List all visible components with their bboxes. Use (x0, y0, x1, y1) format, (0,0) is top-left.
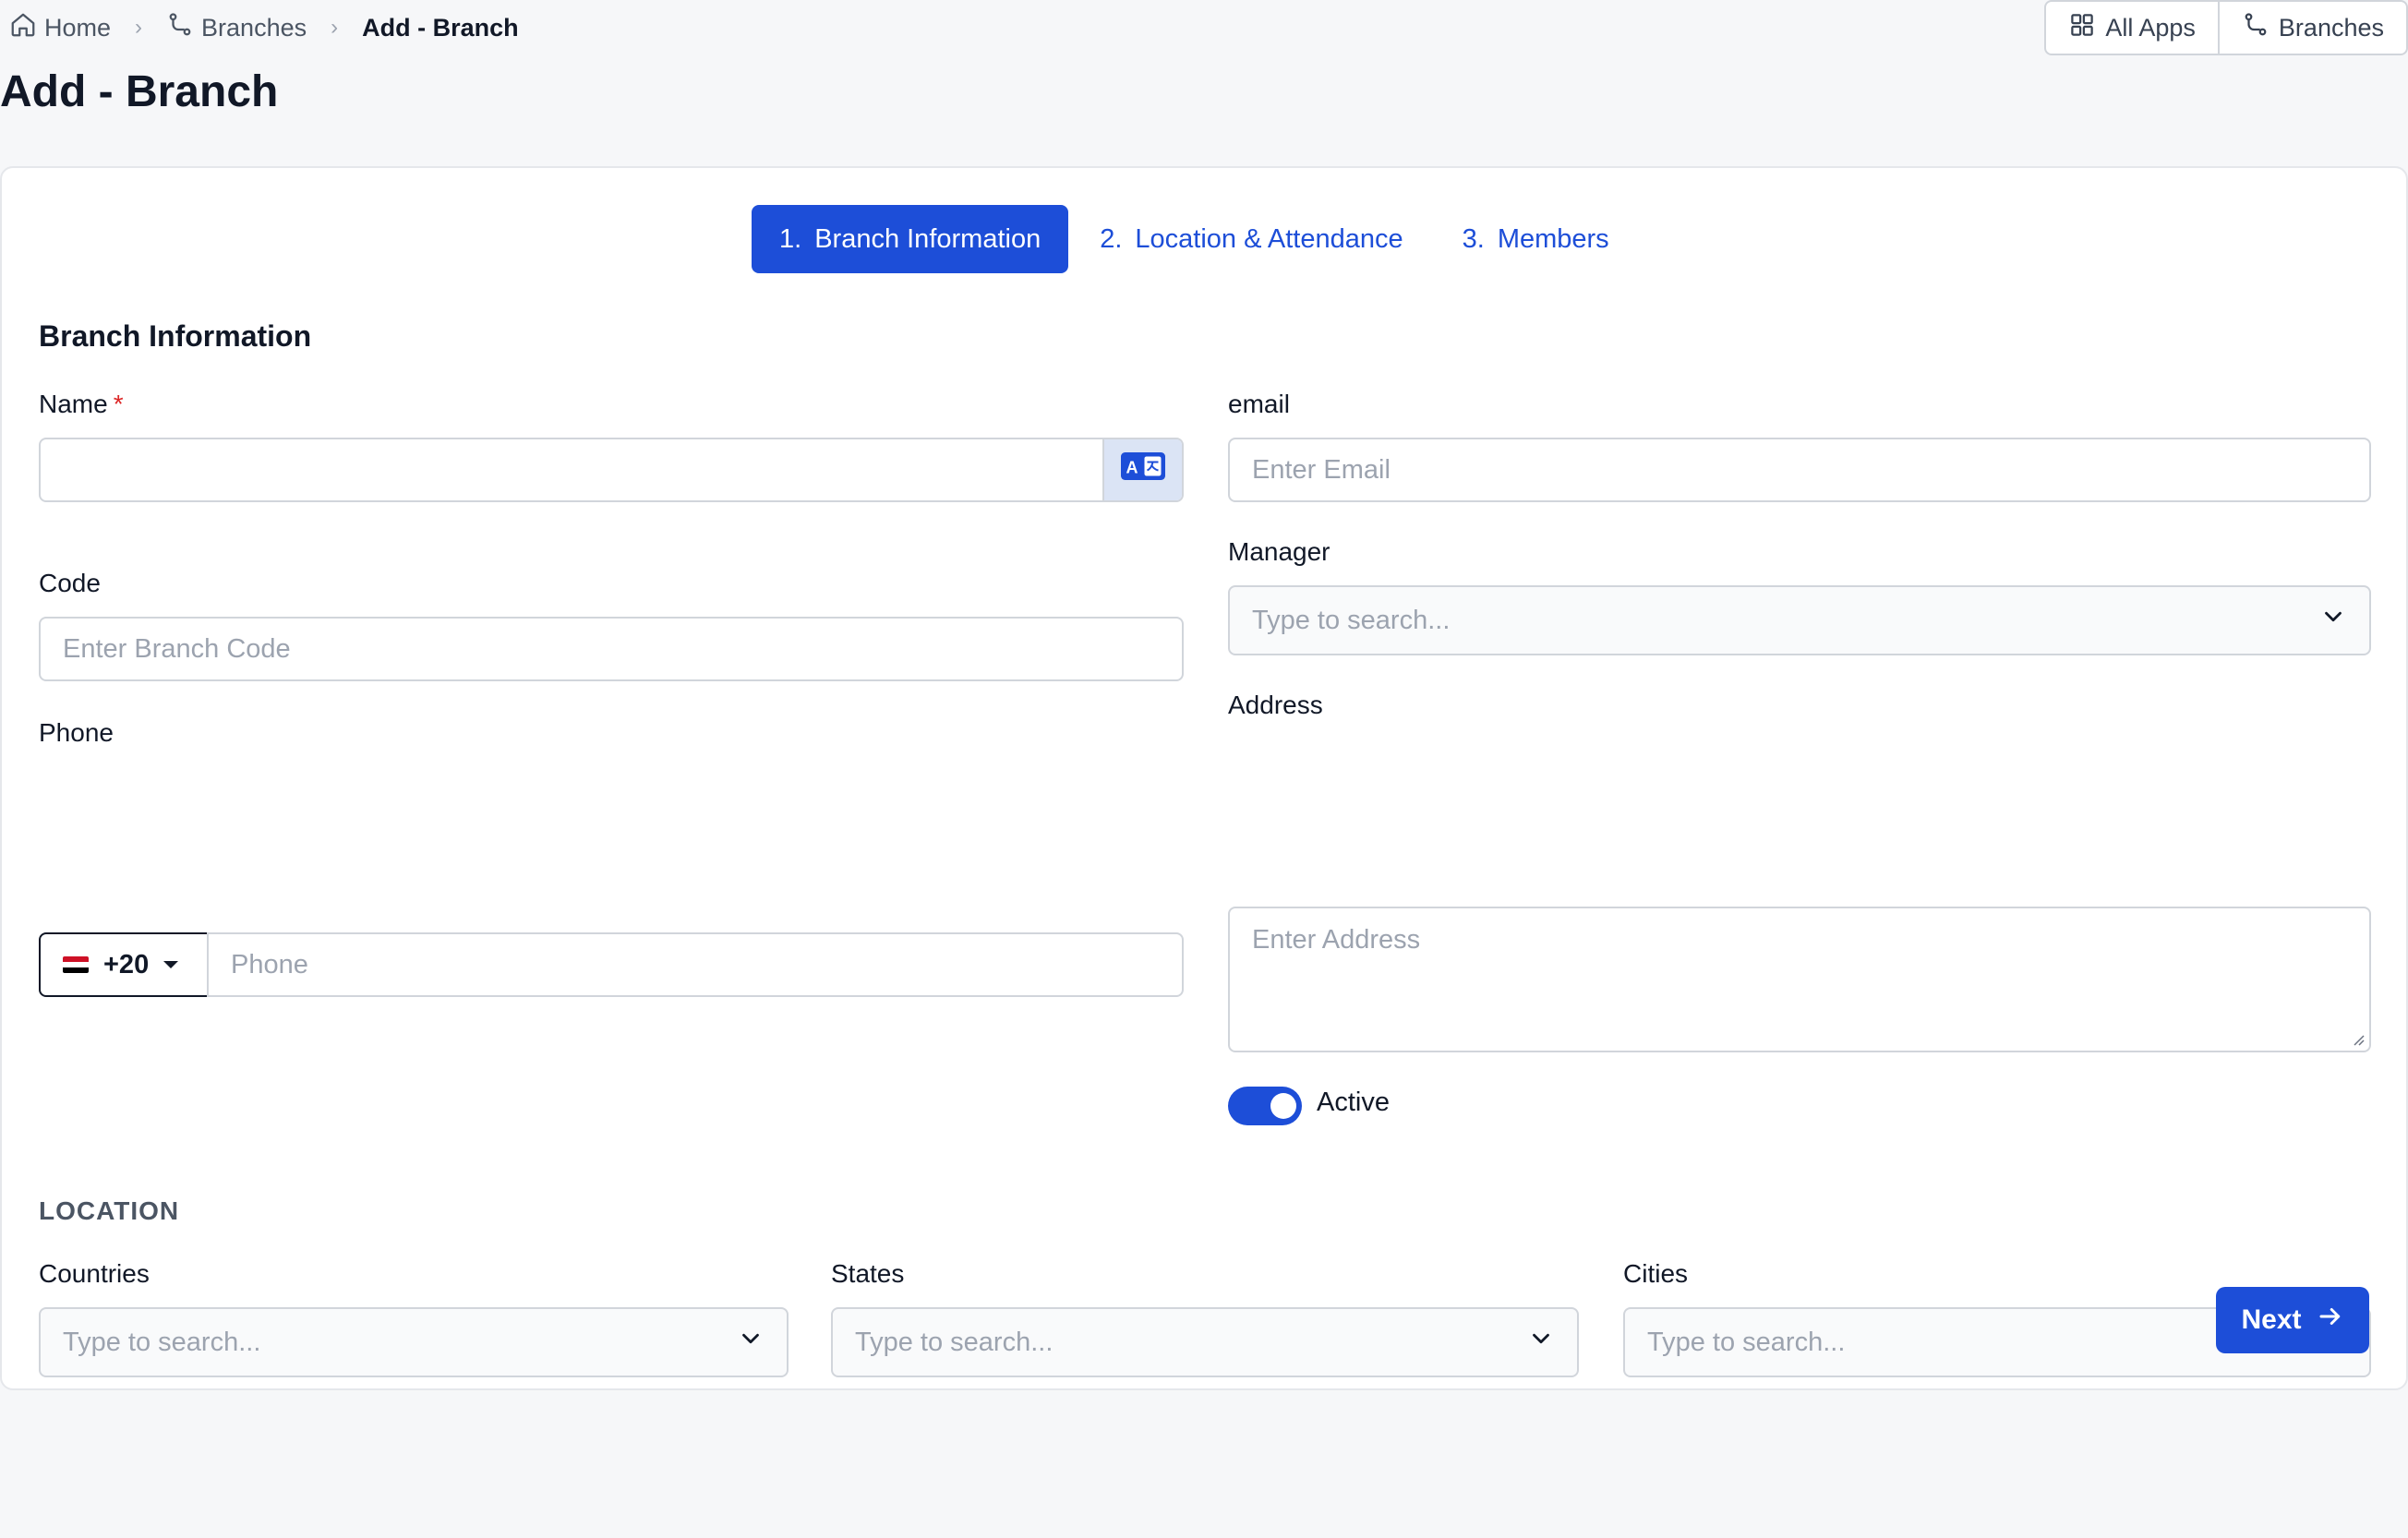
breadcrumb-separator: › (135, 15, 143, 40)
arrow-right-icon (2317, 1303, 2344, 1338)
stepper: 1. Branch Information 2. Location & Atte… (752, 205, 1637, 273)
states-label: States (831, 1259, 905, 1288)
step-label: Branch Information (814, 223, 1041, 254)
breadcrumb-current: Add - Branch (362, 13, 519, 42)
all-apps-label: All Apps (2105, 13, 2196, 42)
step-members[interactable]: 3. Members (1435, 205, 1637, 273)
code-placeholder: Enter Branch Code (63, 633, 291, 664)
email-placeholder: Enter Email (1252, 454, 1391, 485)
email-label: email (1228, 390, 1290, 418)
location-section-title: LOCATION (39, 1196, 180, 1225)
translate-button[interactable]: A (1102, 439, 1182, 500)
breadcrumb-home-label: Home (44, 13, 112, 42)
all-apps-button[interactable]: All Apps (2046, 2, 2218, 54)
required-mark: * (113, 390, 124, 418)
name-label: Name * (39, 390, 124, 419)
branch-icon (166, 11, 194, 45)
chevron-down-icon (737, 1325, 765, 1360)
code-label: Code (39, 569, 101, 597)
egypt-flag-icon (63, 956, 89, 973)
step-location-attendance[interactable]: 2. Location & Attendance (1072, 205, 1430, 273)
countries-label: Countries (39, 1259, 150, 1288)
next-label: Next (2241, 1304, 2302, 1335)
manager-placeholder: Type to search... (1252, 605, 1451, 635)
breadcrumb-branches-label: Branches (201, 13, 307, 42)
states-placeholder: Type to search... (855, 1327, 1054, 1357)
code-input[interactable]: Enter Branch Code (39, 617, 1184, 681)
translate-icon: A (1121, 452, 1165, 487)
breadcrumb-home[interactable]: Home (9, 11, 111, 45)
breadcrumb-separator: › (331, 15, 339, 40)
breadcrumb: Home › Branches › Add - Branch (9, 9, 519, 46)
country-code-value: +20 (103, 949, 150, 979)
branch-icon (2242, 11, 2270, 45)
step-number: 3. (1462, 223, 1485, 254)
manager-select[interactable]: Type to search... (1228, 585, 2371, 655)
active-toggle[interactable] (1228, 1087, 1302, 1125)
step-label: Location & Attendance (1135, 223, 1403, 254)
toggle-knob (1270, 1093, 1296, 1119)
chevron-down-icon (2319, 603, 2347, 638)
grid-icon (2068, 11, 2096, 45)
page-title: Add - Branch (0, 67, 279, 116)
next-button[interactable]: Next (2216, 1287, 2369, 1353)
step-number: 2. (1100, 223, 1123, 254)
phone-input[interactable]: Phone (207, 932, 1184, 997)
form-card: 1. Branch Information 2. Location & Atte… (0, 166, 2408, 1390)
cities-placeholder: Type to search... (1647, 1327, 1846, 1357)
branches-button[interactable]: Branches (2217, 2, 2406, 54)
breadcrumb-branches[interactable]: Branches (166, 11, 307, 45)
caret-down-icon (163, 961, 179, 968)
address-placeholder: Enter Address (1252, 925, 1421, 955)
email-field[interactable]: Enter Email (1228, 438, 2371, 502)
section-title: Branch Information (39, 319, 312, 353)
phone-placeholder: Phone (231, 949, 308, 979)
manager-label: Manager (1228, 537, 1330, 566)
svg-text:A: A (1126, 459, 1138, 477)
active-label: Active (1317, 1087, 1390, 1117)
branches-label: Branches (2278, 13, 2384, 42)
address-textarea[interactable]: Enter Address (1228, 907, 2371, 1052)
step-branch-information[interactable]: 1. Branch Information (752, 205, 1069, 273)
chevron-down-icon (1527, 1325, 1555, 1360)
resize-handle-icon[interactable] (2351, 1032, 2366, 1047)
name-label-text: Name (39, 390, 108, 418)
top-actions: All Apps Branches (2044, 0, 2408, 55)
name-input[interactable]: A (39, 438, 1184, 502)
phone-label: Phone (39, 718, 114, 747)
countries-select[interactable]: Type to search... (39, 1307, 789, 1377)
states-select[interactable]: Type to search... (831, 1307, 1579, 1377)
home-icon (9, 11, 37, 45)
country-code-select[interactable]: +20 (39, 932, 209, 997)
address-label: Address (1228, 691, 1323, 719)
cities-label: Cities (1623, 1259, 1689, 1288)
step-number: 1. (779, 223, 802, 254)
countries-placeholder: Type to search... (63, 1327, 261, 1357)
top-bar: Home › Branches › Add - Branch All Apps … (0, 0, 2408, 55)
step-label: Members (1497, 223, 1609, 254)
